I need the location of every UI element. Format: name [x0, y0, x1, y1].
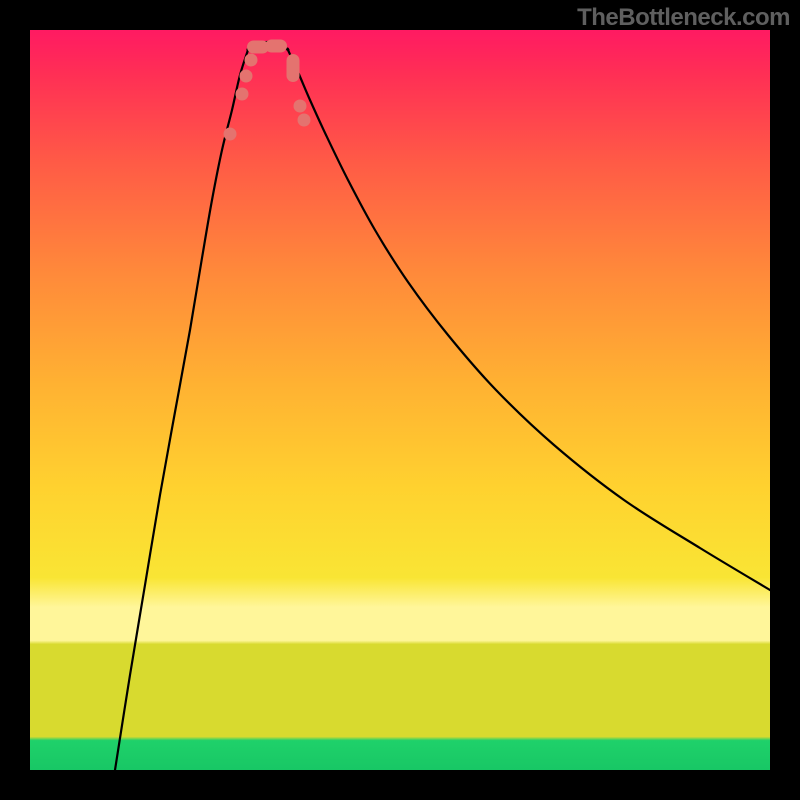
curve-svg [30, 30, 770, 770]
marker-dot [245, 54, 258, 67]
marker-dot [294, 100, 307, 113]
marker-dot [224, 128, 237, 141]
plot-area [30, 30, 770, 770]
chart-frame: TheBottleneck.com [0, 0, 800, 800]
marker-pill-tall [287, 54, 300, 82]
marker-dot [298, 114, 311, 127]
watermark-text: TheBottleneck.com [577, 4, 790, 32]
marker-pill [265, 40, 287, 53]
marker-dot [240, 70, 253, 83]
marker-dot [236, 88, 249, 101]
bottleneck-curve [115, 42, 770, 770]
